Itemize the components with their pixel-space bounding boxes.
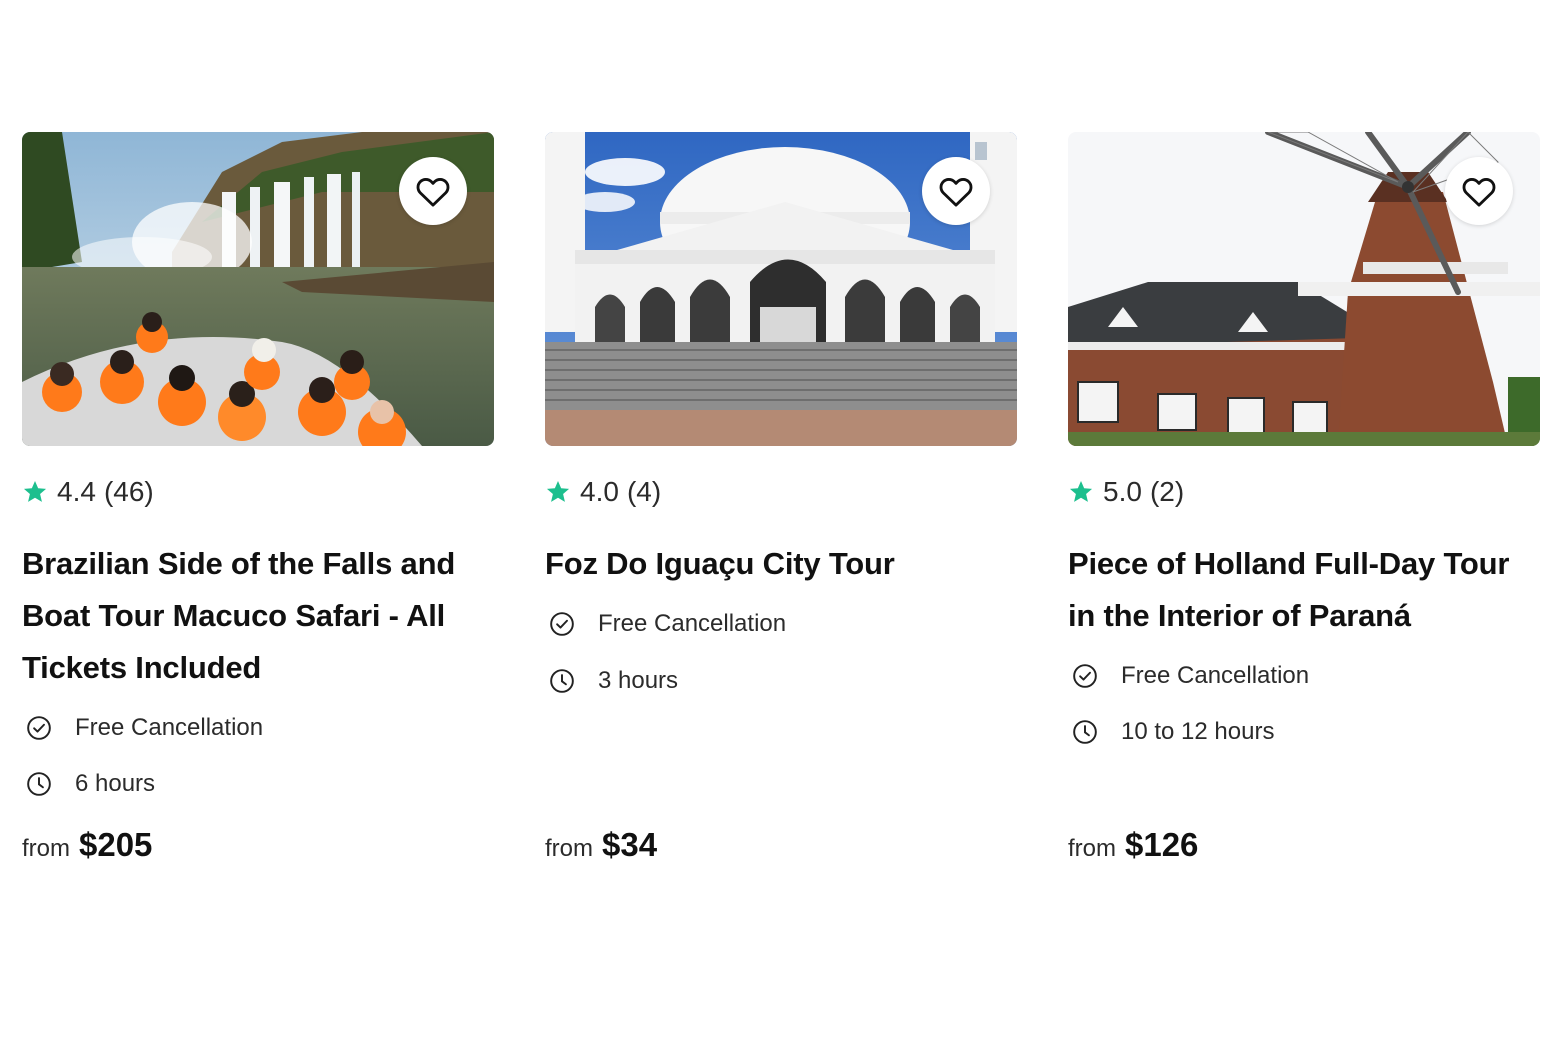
tour-photo-waterfalls[interactable] [22,132,494,446]
cancellation-label: Free Cancellation [1121,662,1310,689]
heart-icon [416,178,450,207]
star-icon [546,480,570,502]
check-circle-icon [27,716,51,740]
price-amount: $126 [1125,826,1199,863]
tour-title[interactable]: Foz Do Iguaçu City Tour [545,538,1020,590]
tour-photo-windmill[interactable] [1068,132,1540,446]
price: from $34 [545,826,657,864]
star-icon [1069,480,1093,502]
tour-title[interactable]: Piece of Holland Full-Day Tour in the In… [1068,538,1543,642]
rating-score: 4.4 [57,476,96,507]
duration-label: 6 hours [75,770,156,797]
rating-score: 4.0 [580,476,619,507]
price-prefix: from [1068,835,1116,862]
heart-icon [1462,178,1496,207]
tour-card[interactable]: 4.0 (4) Foz Do Iguaçu City Tour Free Can… [545,132,1017,892]
check-circle-icon [1073,664,1097,688]
tour-card-list: 4.4 (46) Brazilian Side of the Falls and… [22,132,1542,892]
favorite-button[interactable] [1445,157,1513,225]
price: from $205 [22,826,152,864]
price-prefix: from [545,835,593,862]
star-icon [23,480,47,502]
tour-card[interactable]: 4.4 (46) Brazilian Side of the Falls and… [22,132,494,892]
price-amount: $34 [602,826,658,863]
review-count: (2) [1149,476,1185,507]
price-prefix: from [22,835,70,862]
favorite-button[interactable] [399,157,467,225]
review-count: (4) [626,476,662,507]
free-cancellation: Free Cancellation [549,607,786,641]
rating-score: 5.0 [1103,476,1142,507]
heart-icon [939,178,973,207]
rating: 4.0 (4) [545,474,661,510]
duration-label: 3 hours [598,667,679,694]
cancellation-label: Free Cancellation [598,610,787,637]
price-amount: $205 [79,826,153,863]
tour-title[interactable]: Brazilian Side of the Falls and Boat Tou… [22,538,497,694]
duration: 3 hours [549,664,678,698]
tour-card[interactable]: 5.0 (2) Piece of Holland Full-Day Tour i… [1068,132,1540,892]
free-cancellation: Free Cancellation [1072,659,1309,693]
duration-label: 10 to 12 hours [1121,718,1275,745]
clock-icon [550,669,574,693]
duration: 10 to 12 hours [1072,715,1274,749]
cancellation-label: Free Cancellation [75,714,264,741]
check-circle-icon [550,612,574,636]
rating: 5.0 (2) [1068,474,1184,510]
price: from $126 [1068,826,1198,864]
clock-icon [1073,720,1097,744]
tour-photo-mosque[interactable] [545,132,1017,446]
free-cancellation: Free Cancellation [26,711,263,745]
rating: 4.4 (46) [22,474,154,510]
clock-icon [27,772,51,796]
favorite-button[interactable] [922,157,990,225]
review-count: (46) [103,476,154,507]
duration: 6 hours [26,767,155,801]
